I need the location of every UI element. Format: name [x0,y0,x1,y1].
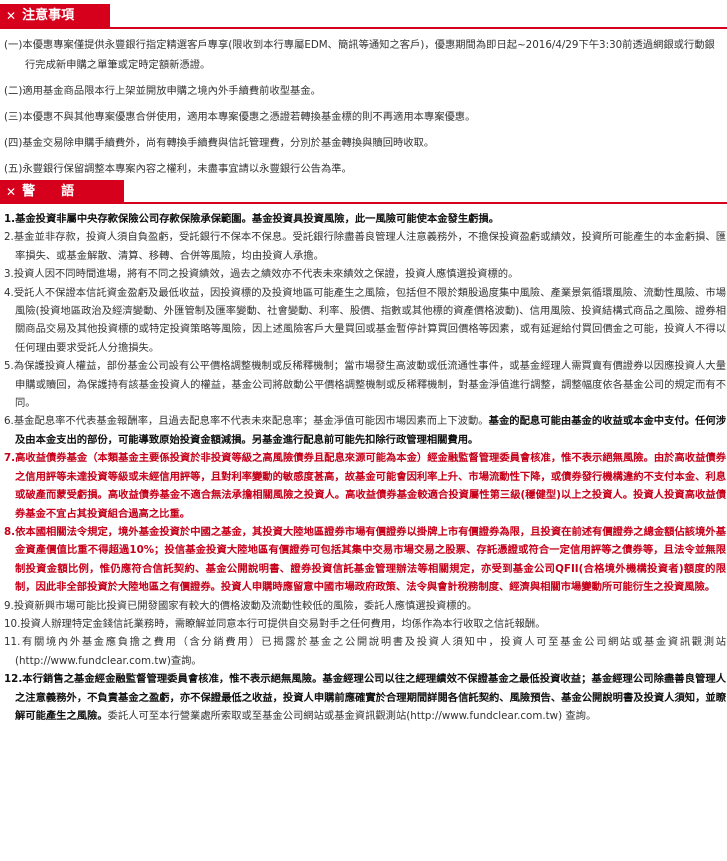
x-icon: ✕ [6,185,17,199]
warning-divider [0,202,727,204]
warning-item-6: 6.基金配息率不代表基金報酬率，且過去配息率不代表未來配息率；基金淨值可能因市場… [4,412,726,449]
warning-item-5: 5.為保護投資人權益，部份基金公司設有公平價格調整機制或反稀釋機制；當市場發生高… [4,360,726,410]
warning-item-2: 2.基金並非存款，投資人須自負盈虧，受託銀行不保本不保息。受託銀行除盡善良管理人… [4,231,726,262]
notice-item: (三)本優惠不與其他專案優惠合併使用，適用本專案優惠之憑證若轉換基金標的則不再適… [4,111,476,123]
notice-item: (五)永豐銀行保留調整本專案內容之權利，未盡事宜請以永豐銀行公告為準。 [4,163,352,175]
notice-header-label: 注意事項 [22,8,75,23]
warning-item-9: 9.投資新興市場可能比投資已開發國家有較大的價格波動及流動性較低的風險，委託人應… [4,599,478,612]
notice-item: (四)基金交易除申購手續費外，尚有轉換手續費與信託管理費，分別於基金轉換與贖回時… [4,137,435,149]
notice-item: (二)適用基金商品限本行上架並開放申購之境內外手續費前收型基金。 [4,85,321,97]
warning-text: 1.基金投資非屬中央存款保險公司存款保險承保範圍。基金投資具投資風險，此一風險可… [4,213,500,225]
warning-list: 1.基金投資非屬中央存款保險公司存款保險承保範圍。基金投資具投資風險，此一風險可… [4,210,726,725]
notice-list: (一)本優惠專案僅提供永豐銀行指定精選客戶專享(限收到本行專屬EDM、簡訊等通知… [4,35,724,185]
warning-item-10: 10.投資人辦理特定金錢信託業務時，需瞭解並同意本行可提供自交易對手之任何費用，… [4,617,546,630]
warning-text: 委託人可至本行營業處所索取或至基金公司網站或基金資訊觀測站(http://www… [107,709,597,722]
notice-item: (一)本優惠專案僅提供永豐銀行指定精選客戶專享(限收到本行專屬EDM、簡訊等通知… [4,39,715,71]
warning-item-8: 8.依本國相關法令規定，境外基金投資於中國之基金，其投資大陸地區證券市場有價證券… [4,525,726,594]
warning-text: 6.基金配息率不代表基金報酬率，且過去配息率不代表未來配息率；基金淨值可能因市場… [4,415,489,428]
warning-item-11: 11.有關境內外基金應負擔之費用（含分銷費用）已揭露於基金之公開說明書及投資人須… [4,636,726,667]
warning-header: ✕ 警語 [0,180,124,204]
x-icon: ✕ [6,9,17,23]
warning-item-7: 7.高收益債券基金（本類基金主要係投資於非投資等級之高風險債券且配息來源可能為本… [4,452,726,520]
warning-header-label: 警語 [22,184,101,199]
notice-header: ✕ 注意事項 [0,4,110,28]
notice-divider [0,27,727,29]
warning-item-3: 3.投資人因不同時間進場，將有不同之投資績效，過去之績效亦不代表未來績效之保證，… [4,268,519,281]
warning-item-4: 4.受託人不保證本信託資金盈虧及最低收益，因投資標的及投資地區可能產生之風險，包… [4,286,726,354]
warning-item-12: 12.本行銷售之基金經金融監督管理委員會核准，惟不表示絕無風險。基金經理公司以往… [4,670,726,725]
warning-item-1: 1.基金投資非屬中央存款保險公司存款保險承保範圍。基金投資具投資風險，此一風險可… [4,210,726,228]
